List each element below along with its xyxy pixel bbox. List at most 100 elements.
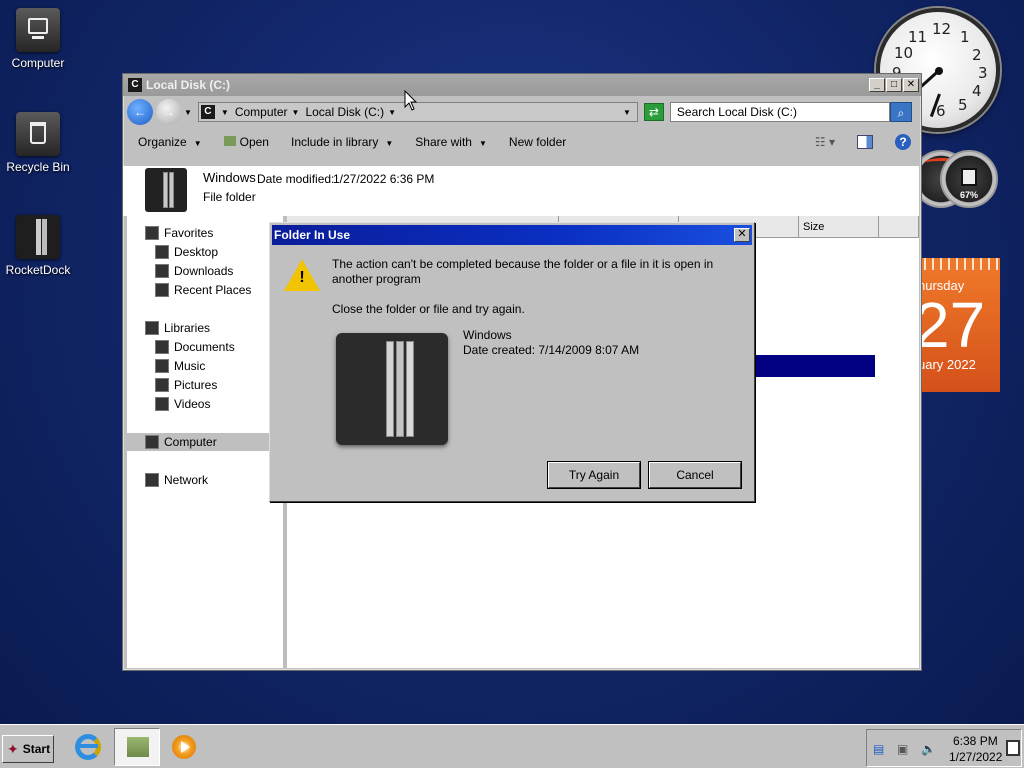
dropdown-arrow-icon: ▼ xyxy=(193,139,202,148)
tray-time[interactable]: 6:38 PM xyxy=(953,734,998,748)
navigation-bar: ← → ▼ C ▼ Computer ▼ Local Disk (C:) ▼ ▼… xyxy=(123,96,921,128)
recycle-bin-icon xyxy=(16,112,60,156)
folder-in-use-dialog[interactable]: Folder In Use ✕ ! The action can't be co… xyxy=(269,222,755,502)
open-icon xyxy=(223,136,236,146)
maximize-button[interactable]: □ xyxy=(886,78,902,92)
dialog-item-name: Windows xyxy=(463,328,512,342)
open-button[interactable]: Open xyxy=(223,135,269,149)
documents-icon xyxy=(155,340,169,354)
window-title: Local Disk (C:) xyxy=(146,78,231,92)
nav-item-pictures[interactable]: Pictures xyxy=(155,378,217,392)
taskbar: ✦ Start ▤ ▣ 🔈 6:38 PM 1/27/2022 xyxy=(0,724,1024,768)
cancel-button[interactable]: Cancel xyxy=(649,462,741,488)
media-player-icon[interactable] xyxy=(172,735,196,759)
close-button[interactable]: ✕ xyxy=(903,78,919,92)
action-center-icon[interactable]: ▤ xyxy=(873,742,884,756)
nav-label: Favorites xyxy=(164,226,214,240)
address-history-chevron-icon[interactable]: ▼ xyxy=(623,108,631,117)
search-icon[interactable]: ⌕ xyxy=(889,102,912,122)
navigation-pane: Favorites Desktop Downloads Recent Place… xyxy=(127,216,287,668)
nav-item-downloads[interactable]: Downloads xyxy=(155,264,233,278)
dialog-close-button[interactable]: ✕ xyxy=(734,228,750,242)
details-type: File folder xyxy=(203,190,256,204)
nav-label: Libraries xyxy=(164,321,211,335)
downloads-icon xyxy=(155,264,169,278)
nav-label: Music xyxy=(174,359,206,373)
explorer-taskbar-icon xyxy=(127,737,149,757)
network-tray-icon[interactable]: ▣ xyxy=(897,742,908,756)
nav-label: Recent Places xyxy=(174,283,252,297)
nav-item-desktop[interactable]: Desktop xyxy=(155,245,218,259)
try-again-button[interactable]: Try Again xyxy=(548,462,640,488)
desktop-icon-rocketdock[interactable]: RocketDock xyxy=(0,215,76,277)
desktop-icon-recycle-bin[interactable]: Recycle Bin xyxy=(0,112,76,174)
clock-center xyxy=(935,67,943,75)
dialog-titlebar[interactable]: Folder In Use ✕ xyxy=(272,225,752,245)
calendar-rings xyxy=(918,258,1000,270)
include-label: Include in library xyxy=(290,135,379,149)
nav-item-documents[interactable]: Documents xyxy=(155,340,235,354)
column-header-size[interactable]: Size xyxy=(799,216,879,238)
breadcrumb-arrow-icon[interactable]: ▼ xyxy=(292,108,300,117)
details-pane: Windows Date modified: 1/27/2022 6:36 PM… xyxy=(123,166,919,216)
memory-percent: 67% xyxy=(960,190,979,200)
nav-item-network[interactable]: Network xyxy=(145,473,208,487)
desktop-icon-label: Computer xyxy=(11,56,65,70)
memory-gauge[interactable]: 67% xyxy=(940,150,998,208)
drive-icon: C xyxy=(200,105,215,119)
nav-label: Downloads xyxy=(174,264,234,278)
volume-muted-icon[interactable]: 🔈 xyxy=(921,742,936,756)
breadcrumb-local-disk[interactable]: Local Disk (C:) xyxy=(305,105,384,119)
tray-date[interactable]: 1/27/2022 xyxy=(949,750,1002,764)
clock-number: 1 xyxy=(960,28,970,46)
forward-arrow-icon[interactable]: → xyxy=(156,99,182,125)
nav-item-favorites[interactable]: Favorites xyxy=(145,226,213,240)
show-desktop-icon[interactable] xyxy=(1006,740,1020,756)
selected-row-highlight[interactable] xyxy=(753,355,875,377)
mouse-cursor-icon xyxy=(404,90,418,111)
nav-item-recent-places[interactable]: Recent Places xyxy=(155,283,251,297)
internet-explorer-icon[interactable] xyxy=(72,731,104,763)
details-modified-label: Date modified: xyxy=(257,172,335,186)
breadcrumb-arrow-icon[interactable]: ▼ xyxy=(221,108,229,117)
explorer-titlebar[interactable]: C Local Disk (C:) _ □ ✕ xyxy=(123,74,921,96)
nav-item-computer[interactable]: Computer xyxy=(145,435,217,449)
desktop-icon-label: Recycle Bin xyxy=(6,160,70,174)
drive-icon: C xyxy=(128,78,142,92)
refresh-icon[interactable]: ⇄ xyxy=(643,103,664,121)
clock-number: 4 xyxy=(972,82,982,100)
recent-pages-chevron-icon[interactable]: ▼ xyxy=(184,108,192,117)
search-input[interactable]: Search Local Disk (C:) xyxy=(669,102,890,122)
breadcrumb-arrow-icon[interactable]: ▼ xyxy=(388,108,396,117)
dialog-item-date: Date created: 7/14/2009 8:07 AM xyxy=(463,343,640,357)
preview-pane-icon[interactable] xyxy=(857,135,873,149)
taskbar-explorer-button[interactable] xyxy=(114,728,160,766)
column-header-extra[interactable] xyxy=(879,216,919,238)
dialog-instruction: Close the folder or file and try again. xyxy=(332,302,525,316)
share-with-button[interactable]: Share with ▼ xyxy=(415,135,487,149)
include-in-library-button[interactable]: Include in library ▼ xyxy=(291,135,393,149)
computer-icon xyxy=(145,435,159,449)
nav-item-music[interactable]: Music xyxy=(155,359,205,373)
back-arrow-icon[interactable]: ← xyxy=(127,99,153,125)
computer-icon xyxy=(16,8,60,52)
minimize-button[interactable]: _ xyxy=(869,78,885,92)
nav-item-libraries[interactable]: Libraries xyxy=(145,321,210,335)
folder-icon xyxy=(336,333,448,445)
organize-button[interactable]: Organize ▼ xyxy=(138,135,202,149)
view-options-icon[interactable]: ☷ ▾ xyxy=(815,135,835,149)
system-tray: ▤ ▣ 🔈 6:38 PM 1/27/2022 xyxy=(866,729,1022,767)
share-label: Share with xyxy=(415,135,472,149)
dialog-message: The action can't be completed because th… xyxy=(332,257,714,286)
desktop-icon-computer[interactable]: Computer xyxy=(0,8,76,70)
help-icon[interactable]: ? xyxy=(895,134,911,150)
start-button[interactable]: ✦ Start xyxy=(2,735,54,763)
calendar-gadget[interactable]: hursday 27 uary 2022 xyxy=(918,258,1000,392)
clock-number: 3 xyxy=(978,64,988,82)
breadcrumb-computer[interactable]: Computer xyxy=(235,105,288,119)
rocketdock-folder-icon xyxy=(16,215,60,259)
videos-icon xyxy=(155,397,169,411)
nav-item-videos[interactable]: Videos xyxy=(155,397,210,411)
new-folder-button[interactable]: New folder xyxy=(509,135,566,149)
calendar-month: uary 2022 xyxy=(918,357,976,372)
